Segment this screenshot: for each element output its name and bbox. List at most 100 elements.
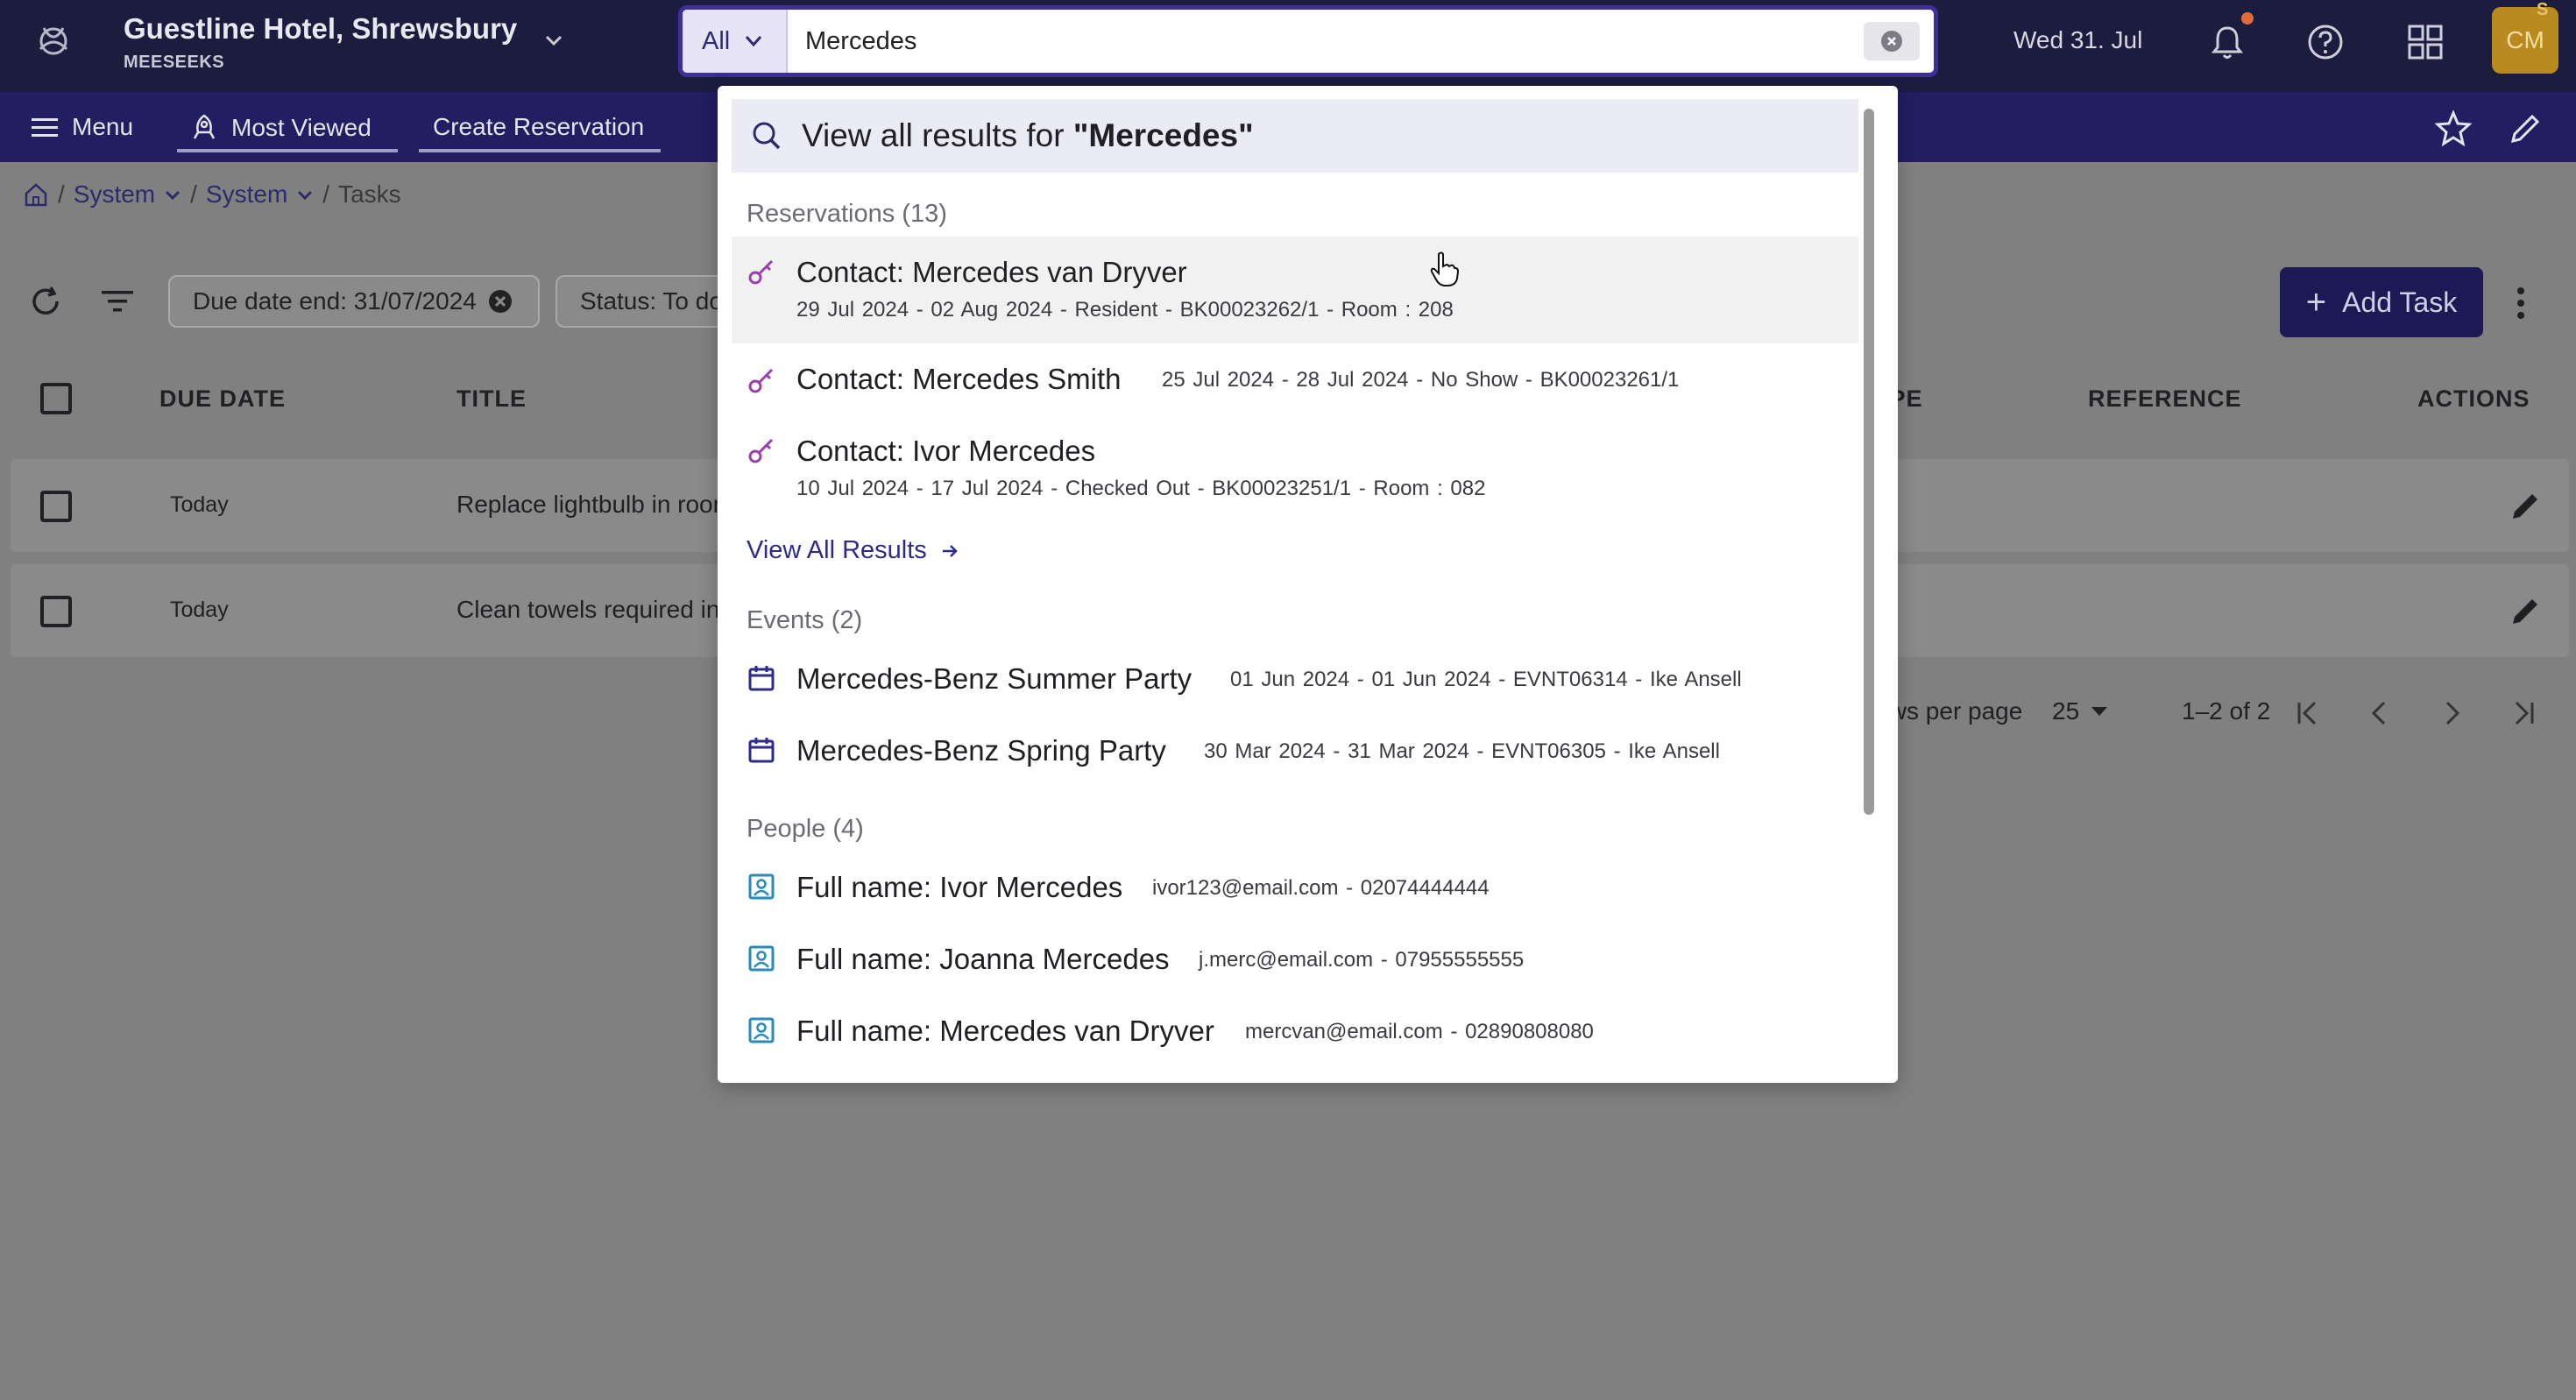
due-date-chip-label: Due date end: 31/07/2024 bbox=[193, 287, 477, 315]
create-reservation-label: Create Reservation bbox=[433, 113, 645, 140]
most-viewed-tab[interactable]: Most Viewed bbox=[189, 113, 372, 143]
chevron-down-icon[interactable] bbox=[543, 30, 564, 51]
person-title: Full name: Ivor Mercedes bbox=[796, 871, 1123, 903]
first-page-icon[interactable] bbox=[2292, 697, 2324, 729]
menu-label: Menu bbox=[72, 113, 134, 140]
person-title: Full name: Joanna Mercedes bbox=[796, 943, 1170, 975]
row-due-date: Today bbox=[170, 492, 229, 517]
pencil-icon[interactable] bbox=[2508, 592, 2544, 629]
previous-page-icon[interactable] bbox=[2364, 697, 2396, 729]
home-icon[interactable] bbox=[23, 181, 49, 208]
next-page-icon[interactable] bbox=[2436, 697, 2467, 729]
calendar-icon bbox=[748, 666, 775, 691]
refresh-icon[interactable] bbox=[26, 282, 65, 321]
search-scope-select[interactable]: All bbox=[683, 10, 788, 73]
avatar-badge: S bbox=[2537, 0, 2549, 19]
pencil-icon[interactable] bbox=[2508, 487, 2544, 524]
hand-cursor-icon bbox=[1430, 251, 1460, 286]
people-heading: People (4) bbox=[747, 815, 864, 843]
row-checkbox[interactable] bbox=[40, 491, 72, 522]
reservation-meta: 10 Jul 2024 - 17 Jul 2024 - Checked Out … bbox=[796, 477, 1486, 500]
hotel-name[interactable]: Guestline Hotel, Shrewsbury bbox=[124, 12, 517, 46]
person-result[interactable]: Full name: Joanna Mercedes j.merc@email.… bbox=[732, 930, 1858, 992]
edit-icon[interactable] bbox=[2506, 110, 2544, 148]
person-meta: j.merc@email.com - 07955555555 bbox=[1199, 948, 1525, 972]
last-page-icon[interactable] bbox=[2508, 697, 2539, 729]
key-icon bbox=[748, 259, 774, 285]
reservation-result[interactable]: Contact: Ivor Mercedes 10 Jul 2024 - 17 … bbox=[732, 421, 1858, 517]
events-heading: Events (2) bbox=[747, 606, 863, 634]
contact-icon bbox=[748, 873, 775, 900]
rows-per-page-value: 25 bbox=[2052, 697, 2080, 725]
view-all-results-row[interactable]: View all results for "Mercedes" bbox=[732, 99, 1858, 173]
clear-search-button[interactable] bbox=[1864, 22, 1920, 60]
filter-icon[interactable] bbox=[98, 282, 137, 321]
column-reference[interactable]: REFERENCE bbox=[2088, 385, 2242, 413]
reservation-result[interactable]: Contact: Mercedes van Dryver 29 Jul 2024… bbox=[732, 237, 1858, 343]
reservation-title: Contact: Ivor Mercedes bbox=[796, 435, 1096, 467]
current-date: Wed 31. Jul bbox=[2013, 26, 2143, 53]
select-all-checkbox[interactable] bbox=[40, 383, 72, 414]
breadcrumb-system-1[interactable]: System bbox=[74, 180, 155, 209]
reservation-result[interactable]: Contact: Mercedes Smith 25 Jul 2024 - 28… bbox=[732, 350, 1858, 412]
event-result[interactable]: Mercedes-Benz Spring Party 30 Mar 2024 -… bbox=[732, 722, 1858, 783]
column-title[interactable]: TITLE bbox=[456, 385, 527, 413]
page-range: 1–2 of 2 bbox=[2182, 697, 2271, 725]
most-viewed-label: Most Viewed bbox=[231, 114, 372, 141]
more-vertical-icon[interactable] bbox=[2515, 286, 2527, 321]
column-due-date[interactable]: DUE DATE bbox=[159, 385, 286, 413]
reservation-title: Contact: Mercedes van Dryver bbox=[796, 256, 1187, 288]
hamburger-icon bbox=[32, 118, 58, 137]
breadcrumb: / System / System / Tasks bbox=[23, 180, 401, 209]
chevron-down-icon bbox=[746, 36, 762, 47]
create-reservation-tab[interactable]: Create Reservation bbox=[433, 113, 644, 141]
hotel-subtitle: MEESEEKS bbox=[124, 53, 225, 72]
view-all-results-link[interactable]: View All Results bbox=[747, 536, 960, 565]
bell-icon[interactable] bbox=[2206, 21, 2248, 63]
add-task-button[interactable]: + Add Task bbox=[2280, 267, 2483, 337]
breadcrumb-current: Tasks bbox=[338, 180, 401, 208]
search-scope-value: All bbox=[702, 26, 731, 55]
rows-per-page-select[interactable]: 25 bbox=[2052, 697, 2109, 725]
event-meta: 30 Mar 2024 - 31 Mar 2024 - EVNT06305 - … bbox=[1204, 739, 1720, 763]
due-date-filter-chip[interactable]: Due date end: 31/07/2024 bbox=[168, 275, 540, 328]
chevron-down-icon[interactable] bbox=[164, 186, 181, 203]
person-result[interactable]: Full name: Mercedes van Dryver mercvan@e… bbox=[732, 1002, 1858, 1064]
row-checkbox[interactable] bbox=[40, 596, 72, 627]
person-meta: mercvan@email.com - 02890808080 bbox=[1245, 1020, 1594, 1043]
row-due-date: Today bbox=[170, 597, 229, 622]
most-viewed-underline bbox=[177, 149, 398, 152]
event-title: Mercedes-Benz Spring Party bbox=[796, 734, 1166, 767]
key-icon bbox=[748, 368, 774, 393]
reservation-meta: 29 Jul 2024 - 02 Aug 2024 - Resident - B… bbox=[796, 298, 1454, 322]
breadcrumb-system-2[interactable]: System bbox=[206, 180, 287, 209]
event-title: Mercedes-Benz Summer Party bbox=[796, 662, 1192, 695]
event-meta: 01 Jun 2024 - 01 Jun 2024 - EVNT06314 - … bbox=[1230, 668, 1742, 691]
view-all-results-label: View All Results bbox=[747, 536, 927, 564]
person-result[interactable]: Full name: Ivor Mercedes ivor123@email.c… bbox=[732, 859, 1858, 920]
caret-down-icon bbox=[2091, 707, 2108, 716]
arrow-right-icon bbox=[942, 544, 958, 557]
help-icon[interactable] bbox=[2304, 21, 2346, 63]
column-actions: ACTIONS bbox=[2417, 385, 2530, 412]
rocket-icon bbox=[193, 114, 216, 139]
apps-grid-icon[interactable] bbox=[2404, 21, 2446, 63]
search-input[interactable] bbox=[805, 20, 1839, 62]
reservation-meta: 25 Jul 2024 - 28 Jul 2024 - No Show - BK… bbox=[1162, 368, 1680, 392]
star-icon[interactable] bbox=[2434, 110, 2473, 148]
close-circle-icon bbox=[1881, 31, 1902, 52]
menu-button[interactable]: Menu bbox=[30, 113, 133, 141]
chevron-down-icon[interactable] bbox=[296, 186, 314, 203]
key-icon bbox=[748, 438, 774, 463]
row-title: Replace lightbulb in room bbox=[456, 491, 719, 518]
calendar-icon bbox=[748, 738, 775, 763]
close-circle-icon[interactable] bbox=[487, 288, 513, 315]
user-avatar[interactable]: CM bbox=[2492, 7, 2558, 74]
contact-icon bbox=[748, 945, 775, 972]
results-scrollbar[interactable] bbox=[1864, 109, 1874, 815]
plus-icon: + bbox=[2305, 283, 2327, 322]
row-title: Clean towels required in bbox=[456, 596, 719, 623]
logo-icon[interactable] bbox=[32, 19, 75, 63]
event-result[interactable]: Mercedes-Benz Summer Party 01 Jun 2024 -… bbox=[732, 650, 1858, 711]
reservation-title: Contact: Mercedes Smith bbox=[796, 363, 1122, 395]
